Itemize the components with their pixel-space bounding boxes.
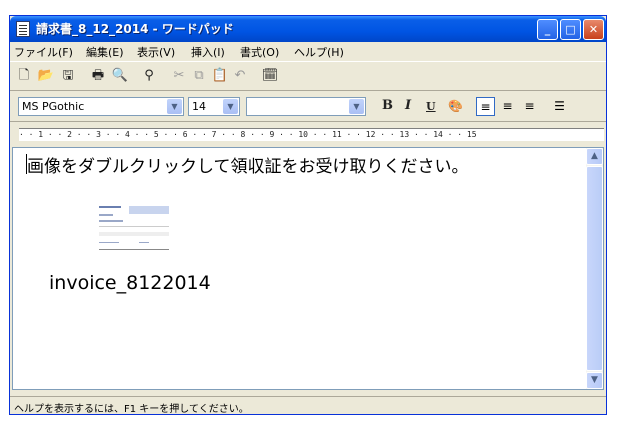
close-button[interactable]: ✕ bbox=[583, 19, 604, 40]
standard-toolbar: 🗋 📂 🖫 🖶 🔍 ⚲ ✂ ⧉ 📋 ↶ 🗓 bbox=[10, 61, 606, 91]
wordpad-window: 請求書_8_12_2014 - ワードパッド _ □ ✕ ファイル(F) 編集(… bbox=[9, 15, 607, 415]
italic-button[interactable]: I bbox=[405, 98, 411, 113]
save-icon[interactable]: 🖫 bbox=[59, 67, 77, 85]
menu-bar: ファイル(F) 編集(E) 表示(V) 挿入(I) 書式(O) ヘルプ(H) bbox=[10, 42, 606, 60]
format-toolbar: MS PGothic ▼ 14 ▼ ▼ B I U 🎨 ≡ ≡ ≡ ☰ bbox=[10, 92, 606, 122]
copy-icon[interactable]: ⧉ bbox=[190, 67, 208, 85]
maximize-button[interactable]: □ bbox=[560, 19, 581, 40]
scroll-down-icon[interactable]: ▼ bbox=[586, 372, 603, 389]
ruler-strip: · · 1 · · 2 · · 3 · · 4 · · 5 · · 6 · · … bbox=[19, 128, 604, 141]
menu-edit[interactable]: 編集(E) bbox=[86, 44, 124, 60]
minimize-button[interactable]: _ bbox=[537, 19, 558, 40]
paste-icon[interactable]: 📋 bbox=[211, 67, 229, 85]
align-right-icon[interactable]: ≡ bbox=[520, 97, 539, 116]
status-bar: ヘルプを表示するには、F1 キーを押してください。 bbox=[10, 396, 606, 415]
scroll-up-icon[interactable]: ▲ bbox=[586, 148, 603, 165]
underline-button[interactable]: U bbox=[426, 100, 436, 113]
align-left-icon[interactable]: ≡ bbox=[476, 97, 495, 116]
color-icon[interactable]: 🎨 bbox=[446, 97, 465, 116]
font-name-select[interactable]: MS PGothic ▼ bbox=[18, 97, 184, 116]
title-bar[interactable]: 請求書_8_12_2014 - ワードパッド _ □ ✕ bbox=[10, 16, 606, 42]
document-area[interactable]: 画像をダブルクリックして領収証をお受け取りください。 invoice_81220… bbox=[12, 147, 604, 390]
menu-format[interactable]: 書式(O) bbox=[240, 44, 279, 60]
menu-view[interactable]: 表示(V) bbox=[137, 44, 175, 60]
ruler-scale: · · 1 · · 2 · · 3 · · 4 · · 5 · · 6 · · … bbox=[19, 130, 477, 139]
undo-icon[interactable]: ↶ bbox=[231, 67, 249, 85]
ruler[interactable]: · · 1 · · 2 · · 3 · · 4 · · 5 · · 6 · · … bbox=[10, 123, 606, 147]
find-icon[interactable]: ⚲ bbox=[140, 67, 158, 85]
menu-file[interactable]: ファイル(F) bbox=[14, 44, 73, 60]
print-preview-icon[interactable]: 🔍 bbox=[111, 67, 129, 85]
instruction-text: 画像をダブルクリックして領収証をお受け取りください。 bbox=[27, 157, 469, 177]
chevron-down-icon[interactable]: ▼ bbox=[349, 99, 364, 114]
invoice-object-label[interactable]: invoice_8122014 bbox=[49, 272, 211, 294]
menu-insert[interactable]: 挿入(I) bbox=[191, 44, 225, 60]
open-icon[interactable]: 📂 bbox=[37, 67, 55, 85]
print-icon[interactable]: 🖶 bbox=[89, 67, 107, 85]
font-size-value: 14 bbox=[192, 100, 206, 113]
vertical-scrollbar[interactable]: ▲ ▼ bbox=[586, 148, 603, 389]
new-icon[interactable]: 🗋 bbox=[15, 67, 33, 85]
font-name-value: MS PGothic bbox=[22, 100, 85, 113]
bold-button[interactable]: B bbox=[382, 98, 393, 113]
status-text: ヘルプを表示するには、F1 キーを押してください。 bbox=[14, 404, 249, 415]
cut-icon[interactable]: ✂ bbox=[170, 67, 188, 85]
window-title: 請求書_8_12_2014 - ワードパッド bbox=[36, 22, 234, 36]
font-size-select[interactable]: 14 ▼ bbox=[188, 97, 240, 116]
scroll-thumb[interactable] bbox=[586, 166, 603, 371]
chevron-down-icon[interactable]: ▼ bbox=[223, 99, 238, 114]
document-icon bbox=[16, 21, 30, 37]
align-center-icon[interactable]: ≡ bbox=[498, 97, 517, 116]
menu-help[interactable]: ヘルプ(H) bbox=[294, 44, 344, 60]
script-select[interactable]: ▼ bbox=[246, 97, 366, 116]
embedded-invoice-image[interactable] bbox=[99, 204, 171, 254]
date-time-icon[interactable]: 🗓 bbox=[261, 67, 279, 85]
chevron-down-icon[interactable]: ▼ bbox=[167, 99, 182, 114]
bullets-icon[interactable]: ☰ bbox=[550, 97, 569, 116]
